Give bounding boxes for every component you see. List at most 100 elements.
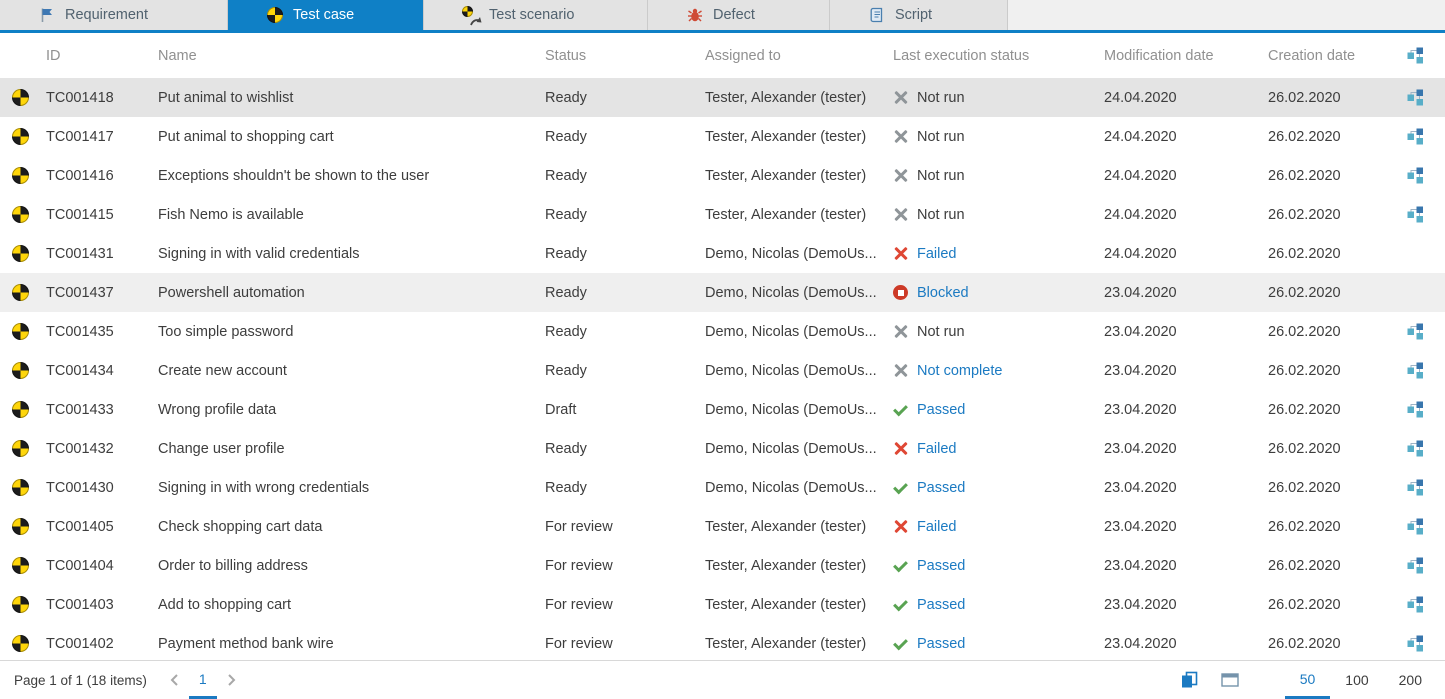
tab-label: Test scenario bbox=[489, 7, 574, 23]
test-steps-icon[interactable] bbox=[1407, 401, 1424, 418]
test-case-icon bbox=[12, 323, 29, 340]
execution-status-label[interactable]: Failed bbox=[917, 441, 957, 457]
test-steps-icon[interactable] bbox=[1407, 167, 1424, 184]
execution-status-label[interactable]: Failed bbox=[917, 246, 957, 262]
row-execution-cell: Failed bbox=[887, 519, 1098, 535]
table-row[interactable]: TC001433 Wrong profile data Draft Demo, … bbox=[0, 390, 1445, 429]
test-case-icon bbox=[12, 596, 29, 613]
table-row[interactable]: TC001432 Change user profile Ready Demo,… bbox=[0, 429, 1445, 468]
next-page-button[interactable] bbox=[217, 661, 245, 699]
row-execution-cell: Failed bbox=[887, 246, 1098, 262]
table-row[interactable]: TC001431 Signing in with valid credentia… bbox=[0, 234, 1445, 273]
row-modification-date: 23.04.2020 bbox=[1098, 441, 1262, 457]
row-status: For review bbox=[539, 558, 699, 574]
tab-test-case[interactable]: Test case bbox=[228, 0, 424, 30]
table-row[interactable]: TC001434 Create new account Ready Demo, … bbox=[0, 351, 1445, 390]
row-status: Ready bbox=[539, 207, 699, 223]
test-steps-icon[interactable] bbox=[1407, 635, 1424, 652]
page-size-100[interactable]: 100 bbox=[1330, 661, 1383, 699]
row-modification-date: 23.04.2020 bbox=[1098, 480, 1262, 496]
page-size-200[interactable]: 200 bbox=[1384, 661, 1437, 699]
test-steps-icon[interactable] bbox=[1407, 440, 1424, 457]
test-steps-icon[interactable] bbox=[1407, 518, 1424, 535]
row-assigned-to: Demo, Nicolas (DemoUs... bbox=[699, 402, 887, 418]
test-case-icon bbox=[12, 479, 29, 496]
row-name: Payment method bank wire bbox=[152, 636, 539, 652]
table-row[interactable]: TC001403 Add to shopping cart For review… bbox=[0, 585, 1445, 624]
row-name: Put animal to wishlist bbox=[152, 90, 539, 106]
row-execution-cell: Passed bbox=[887, 558, 1098, 574]
row-creation-date: 26.02.2020 bbox=[1262, 246, 1401, 262]
test-case-icon bbox=[12, 128, 29, 145]
page-size-50[interactable]: 50 bbox=[1285, 661, 1331, 699]
test-case-icon bbox=[12, 440, 29, 457]
failed-x-icon bbox=[893, 246, 908, 261]
row-creation-date: 26.02.2020 bbox=[1262, 597, 1401, 613]
table-row[interactable]: TC001417 Put animal to shopping cart Rea… bbox=[0, 117, 1445, 156]
test-steps-icon[interactable] bbox=[1407, 206, 1424, 223]
row-creation-date: 26.02.2020 bbox=[1262, 441, 1401, 457]
column-header-last-execution-status[interactable]: Last execution status bbox=[887, 48, 1098, 64]
test-steps-icon[interactable] bbox=[1407, 323, 1424, 340]
test-steps-column-icon[interactable] bbox=[1407, 47, 1424, 64]
column-header-id[interactable]: ID bbox=[40, 48, 152, 64]
test-steps-icon[interactable] bbox=[1407, 128, 1424, 145]
execution-status-label[interactable]: Failed bbox=[917, 519, 957, 535]
tab-requirement[interactable]: Requirement bbox=[0, 0, 228, 30]
row-creation-date: 26.02.2020 bbox=[1262, 324, 1401, 340]
row-status: Ready bbox=[539, 90, 699, 106]
execution-status-label: Not run bbox=[917, 207, 965, 223]
not-run-x-icon bbox=[893, 129, 908, 144]
execution-status-label[interactable]: Blocked bbox=[917, 285, 969, 301]
test-case-icon bbox=[12, 206, 29, 223]
test-steps-icon[interactable] bbox=[1407, 89, 1424, 106]
column-header-modification-date[interactable]: Modification date bbox=[1098, 48, 1262, 64]
row-id: TC001435 bbox=[40, 324, 152, 340]
table-row[interactable]: TC001418 Put animal to wishlist Ready Te… bbox=[0, 78, 1445, 117]
test-steps-icon[interactable] bbox=[1407, 479, 1424, 496]
test-steps-icon[interactable] bbox=[1407, 362, 1424, 379]
tab-test-scenario[interactable]: Test scenario bbox=[424, 0, 648, 30]
previous-page-button[interactable] bbox=[161, 661, 189, 699]
table-row[interactable]: TC001415 Fish Nemo is available Ready Te… bbox=[0, 195, 1445, 234]
column-header-assigned-to[interactable]: Assigned to bbox=[699, 48, 887, 64]
row-id: TC001432 bbox=[40, 441, 152, 457]
execution-status-label[interactable]: Passed bbox=[917, 402, 965, 418]
copy-pages-icon[interactable] bbox=[1169, 661, 1210, 699]
column-header-name[interactable]: Name bbox=[152, 48, 539, 64]
execution-status-label[interactable]: Passed bbox=[917, 597, 965, 613]
row-id: TC001437 bbox=[40, 285, 152, 301]
tab-label: Script bbox=[895, 7, 932, 23]
row-execution-cell: Not run bbox=[887, 90, 1098, 106]
table-row[interactable]: TC001405 Check shopping cart data For re… bbox=[0, 507, 1445, 546]
table-row[interactable]: TC001402 Payment method bank wire For re… bbox=[0, 624, 1445, 660]
tab-defect[interactable]: Defect bbox=[648, 0, 830, 30]
column-header-creation-date[interactable]: Creation date bbox=[1262, 48, 1401, 64]
row-assigned-to: Tester, Alexander (tester) bbox=[699, 597, 887, 613]
table-row[interactable]: TC001404 Order to billing address For re… bbox=[0, 546, 1445, 585]
row-icon-cell bbox=[0, 89, 40, 106]
execution-status-label: Not run bbox=[917, 129, 965, 145]
execution-status-label[interactable]: Passed bbox=[917, 636, 965, 652]
page-number-1[interactable]: 1 bbox=[189, 661, 217, 699]
row-icon-cell bbox=[0, 479, 40, 496]
tab-label: Test case bbox=[293, 7, 354, 23]
row-name: Powershell automation bbox=[152, 285, 539, 301]
test-steps-icon[interactable] bbox=[1407, 557, 1424, 574]
column-header-status[interactable]: Status bbox=[539, 48, 699, 64]
tab-script[interactable]: Script bbox=[830, 0, 1008, 30]
row-status: Ready bbox=[539, 168, 699, 184]
failed-x-icon bbox=[893, 441, 908, 456]
execution-status-label[interactable]: Passed bbox=[917, 558, 965, 574]
table-row[interactable]: TC001435 Too simple password Ready Demo,… bbox=[0, 312, 1445, 351]
table-row[interactable]: TC001416 Exceptions shouldn't be shown t… bbox=[0, 156, 1445, 195]
row-id: TC001415 bbox=[40, 207, 152, 223]
table-panel-icon[interactable] bbox=[1210, 661, 1251, 699]
table-row[interactable]: TC001430 Signing in with wrong credentia… bbox=[0, 468, 1445, 507]
execution-status-label[interactable]: Passed bbox=[917, 480, 965, 496]
table-row[interactable]: TC001437 Powershell automation Ready Dem… bbox=[0, 273, 1445, 312]
execution-status-label[interactable]: Not complete bbox=[917, 363, 1002, 379]
row-execution-cell: Not run bbox=[887, 207, 1098, 223]
passed-check-icon bbox=[893, 480, 908, 495]
test-steps-icon[interactable] bbox=[1407, 596, 1424, 613]
